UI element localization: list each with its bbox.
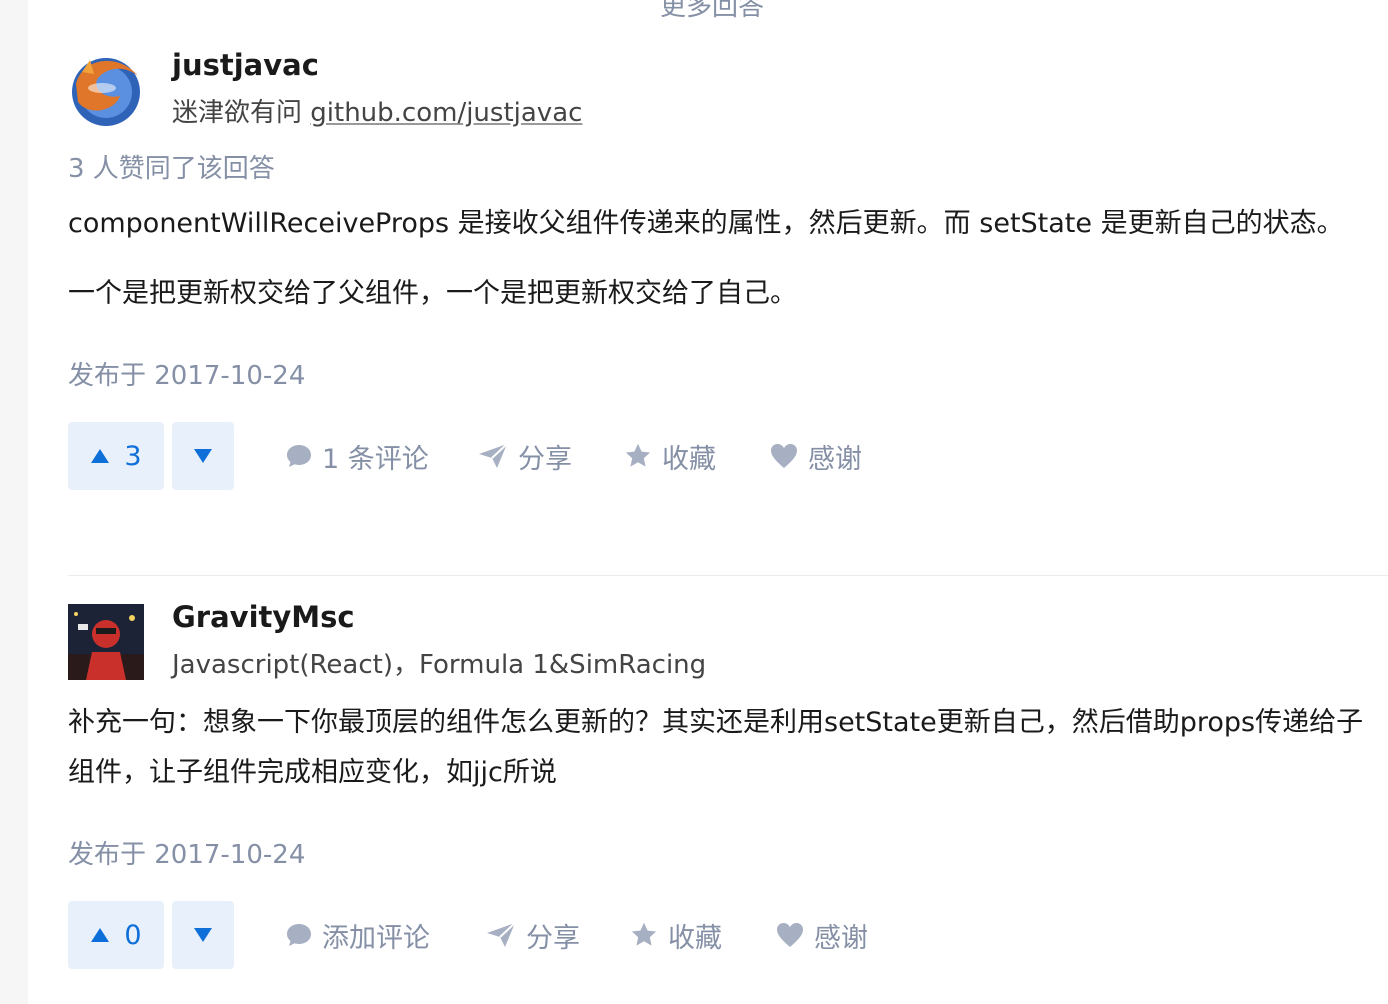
votes-summary[interactable]: 3 人赞同了该回答 [68,148,1378,185]
thanks-button[interactable]: 感谢 [776,901,868,969]
author-name[interactable]: GravityMsc [172,600,355,634]
heart-icon [777,923,803,947]
heart-icon [771,444,797,468]
comment-button[interactable]: 添加评论 [286,901,430,969]
comment-label: 1 条评论 [322,443,429,475]
share-button[interactable]: 分享 [478,422,572,490]
author-bio-text: 迷津欲有问 [172,98,311,128]
author-info: justjavac 迷津欲有问 github.com/justjavac [68,48,1378,142]
answer-item: justjavac 迷津欲有问 github.com/justjavac 3 人… [68,48,1378,490]
avatar[interactable] [68,52,144,128]
comment-icon [287,445,311,467]
answer-divider [68,575,1388,576]
publish-date[interactable]: 发布于 2017-10-24 [68,834,1378,871]
thanks-label: 感谢 [814,922,868,954]
more-answers-heading[interactable]: 更多回答 [660,0,764,23]
author-github-link[interactable]: github.com/justjavac [310,98,582,128]
star-icon [631,922,657,946]
thanks-label: 感谢 [808,443,862,475]
answer-paragraph: 一个是把更新权交给了父组件，一个是把更新权交给了自己。 [68,278,797,309]
avatar[interactable] [68,604,144,680]
action-bar: 3 1 条评论 分享 收藏 感谢 [68,422,1378,490]
vote-count: 3 [124,440,142,472]
answer-list: 更多回答 justjavac 迷津欲有问 github.com/justjava… [28,0,1388,1004]
favorite-button[interactable]: 收藏 [630,901,722,969]
share-label: 分享 [518,443,572,475]
answer-content: 补充一句：想象一下你最顶层的组件怎么更新的？其实还是利用setState更新自己… [68,698,1378,798]
favorite-button[interactable]: 收藏 [624,422,716,490]
thanks-button[interactable]: 感谢 [770,422,862,490]
paper-plane-icon [487,922,516,947]
triangle-up-icon [91,449,110,463]
favorite-label: 收藏 [668,922,722,954]
answer-paragraph: componentWillReceiveProps 是接收父组件传递来的属性，然… [68,208,1344,239]
answer-content: componentWillReceiveProps 是接收父组件传递来的属性，然… [68,199,1378,319]
triangle-up-icon [91,928,110,942]
comment-icon [287,924,311,946]
share-label: 分享 [526,922,580,954]
triangle-down-icon [194,449,212,463]
vote-down-button[interactable] [172,901,234,969]
comment-button[interactable]: 1 条评论 [286,422,429,490]
answer-item: GravityMsc Javascript(React)，Formula 1&S… [68,600,1378,969]
author-name[interactable]: justjavac [172,48,319,82]
star-icon [625,443,651,467]
comment-label: 添加评论 [322,922,430,954]
answer-paragraph: 补充一句：想象一下你最顶层的组件怎么更新的？其实还是利用setState更新自己… [68,707,1364,788]
vote-up-button[interactable]: 0 [68,901,164,969]
author-bio: Javascript(React)，Formula 1&SimRacing [172,650,707,680]
action-bar: 0 添加评论 分享 收藏 感谢 [68,901,1378,969]
triangle-down-icon [194,928,212,942]
vote-count: 0 [124,919,142,951]
author-bio: 迷津欲有问 github.com/justjavac [172,92,582,129]
favorite-label: 收藏 [662,443,716,475]
author-info: GravityMsc Javascript(React)，Formula 1&S… [68,600,1378,694]
vote-up-button[interactable]: 3 [68,422,164,490]
vote-down-button[interactable] [172,422,234,490]
publish-date[interactable]: 发布于 2017-10-24 [68,355,1378,392]
share-button[interactable]: 分享 [486,901,580,969]
paper-plane-icon [479,443,508,468]
